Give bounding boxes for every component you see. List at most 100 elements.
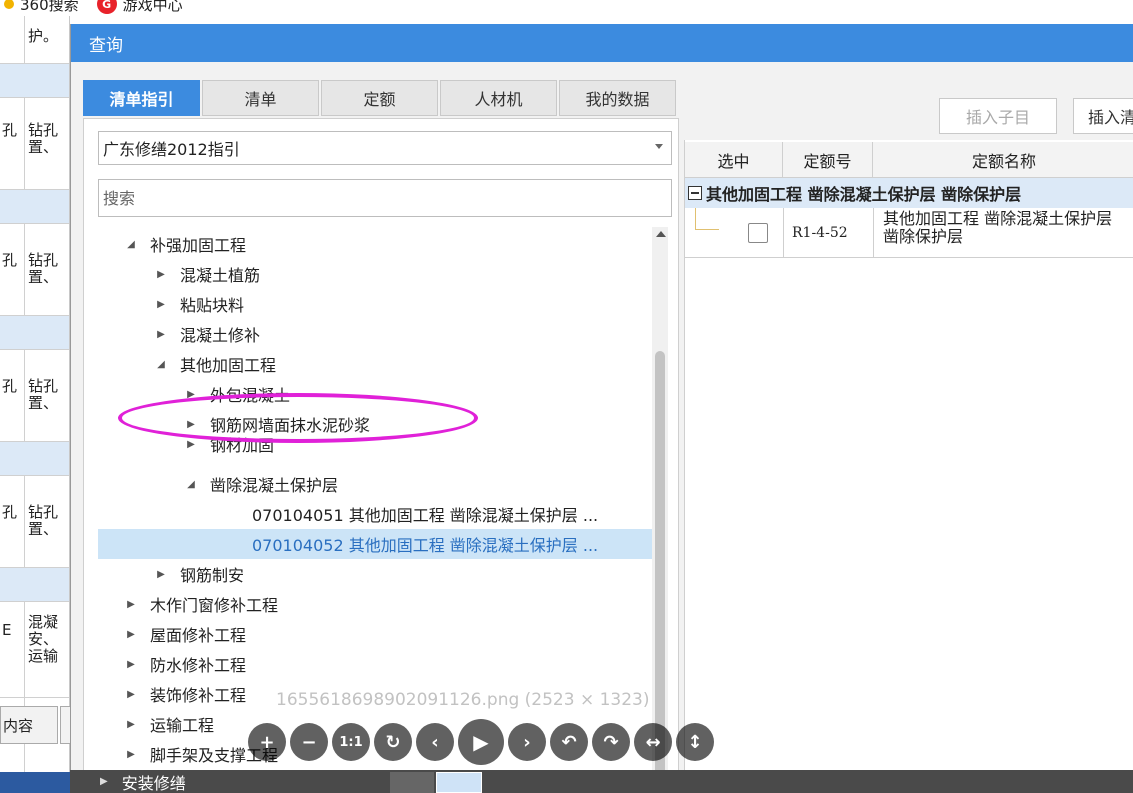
sheet-row-band	[0, 316, 69, 350]
tab-labor-material-machine[interactable]: 人材机	[440, 80, 557, 116]
sheet-cell: E	[2, 621, 12, 639]
tree-node-label: 安装修缮	[121, 773, 186, 793]
bookmarks-bar: 360搜索 G 游戏中心	[0, 0, 1133, 16]
play-icon[interactable]: ▶	[458, 719, 504, 765]
tree-node[interactable]: ▶ 钢材加固	[182, 433, 274, 455]
tree-node-label: 运输工程	[150, 716, 215, 735]
tree-node[interactable]: ▶ 混凝土植筋	[152, 259, 260, 289]
viewer-thumbnail[interactable]	[390, 772, 434, 793]
sheet-row[interactable]: 孔 钻孔 置、	[0, 350, 69, 442]
360-search-icon	[4, 0, 14, 9]
tab-list[interactable]: 清单	[202, 80, 319, 116]
column-header-name[interactable]: 定额名称	[873, 142, 1133, 178]
rotate-left-icon[interactable]: ↶	[550, 723, 588, 761]
tab-list-guide[interactable]: 清单指引	[83, 80, 200, 116]
collapsed-triangle-icon: ▶	[100, 776, 108, 787]
collapsed-triangle-icon: ▶	[127, 688, 135, 700]
cell-divider	[873, 208, 874, 258]
flip-vertical-icon[interactable]: ↕	[676, 723, 714, 761]
collapsed-triangle-icon: ▶	[157, 568, 165, 580]
collapsed-triangle-icon: ▶	[127, 658, 135, 670]
collapsed-triangle-icon: ▶	[187, 418, 195, 430]
rotate-right-icon[interactable]: ↷	[592, 723, 630, 761]
tree-leaf-label: 070104052 其他加固工程 凿除混凝土保护层 ...	[252, 536, 599, 555]
tree-node-label: 装饰修补工程	[150, 686, 247, 705]
tree-node[interactable]: ▶ 混凝土修补	[152, 319, 260, 349]
insert-child-button[interactable]: 插入子目	[939, 98, 1057, 134]
tree-leaf-selected[interactable]: 070104052 其他加固工程 凿除混凝土保护层 ...	[98, 529, 654, 559]
tree-node[interactable]: ◢ 补强加固工程	[122, 229, 246, 259]
tree-node[interactable]: ▶ 木作门窗修补工程	[122, 589, 278, 619]
tree-node-label: 混凝土修补	[180, 326, 261, 345]
prev-icon[interactable]: ‹	[416, 723, 454, 761]
tree-node-label: 钢材加固	[210, 436, 275, 455]
tree-node[interactable]: ◢ 其他加固工程	[152, 349, 276, 379]
sheet-row[interactable]: 孔 钻孔 置、	[0, 224, 69, 316]
bookmark-game-center[interactable]: G 游戏中心	[96, 0, 183, 15]
sheet-row[interactable]: 护。	[0, 16, 69, 64]
tree-node[interactable]: ▶ 装饰修补工程	[122, 679, 246, 709]
tree-connector	[695, 208, 719, 230]
query-tabs: 清单指引 清单 定额 人材机 我的数据	[83, 80, 676, 116]
collapsed-triangle-icon: ▶	[157, 328, 165, 340]
viewer-caption: 1655618698902091126.png (2523 × 1323)	[276, 690, 650, 710]
bookmark-label: 360搜索	[20, 0, 79, 14]
next-icon[interactable]: ›	[508, 723, 546, 761]
row-checkbox[interactable]	[748, 223, 768, 243]
tab-quota[interactable]: 定额	[321, 80, 438, 116]
tree-node[interactable]: ▶ 运输工程	[122, 709, 214, 739]
collapse-icon[interactable]	[688, 186, 702, 200]
table-group-row[interactable]: 其他加固工程 凿除混凝土保护层 凿除保护层	[685, 178, 1133, 208]
column-header-code[interactable]: 定额号	[783, 142, 873, 178]
tree-node[interactable]: ▶ 钢筋制安	[152, 559, 244, 589]
expanded-triangle-icon: ◢	[187, 478, 195, 490]
tree-node-label: 外包混凝土	[210, 386, 291, 405]
sheet-row[interactable]: 孔 钻孔 置、	[0, 98, 69, 190]
collapsed-triangle-icon: ▶	[187, 438, 195, 450]
tree-leaf[interactable]: 070104051 其他加固工程 凿除混凝土保护层 ...	[252, 499, 598, 529]
sheet-cell: 孔	[2, 251, 18, 269]
search-input[interactable]	[98, 179, 672, 217]
tree-node[interactable]: ◢ 凿除混凝土保护层	[182, 469, 338, 499]
sheet-cell: 钻孔 置、	[28, 503, 59, 538]
tree-node[interactable]: ▶ 屋面修补工程	[122, 619, 246, 649]
zoom-out-icon[interactable]: −	[290, 723, 328, 761]
sheet-row-band	[0, 568, 69, 602]
tree-node[interactable]: ▶ 安装修缮	[100, 770, 186, 793]
column-header-selected[interactable]: 选中	[685, 142, 783, 178]
guide-select[interactable]: 广东修缮2012指引	[98, 131, 672, 165]
scroll-up-icon[interactable]	[656, 231, 666, 237]
collapsed-triangle-icon: ▶	[127, 628, 135, 640]
sheet-row[interactable]: 孔 钻孔 置、	[0, 476, 69, 568]
actual-size-icon[interactable]: 1:1	[332, 723, 370, 761]
sheet-tab-content[interactable]: 内容	[0, 706, 58, 744]
tree-node[interactable]: ▶ 外包混凝土	[182, 379, 290, 409]
query-dialog: 查询 清单指引 清单 定额 人材机 我的数据 广东修缮2012指引 ◢ 补强加固工…	[70, 24, 1133, 793]
quota-name-line: 凿除保护层	[883, 227, 964, 246]
tree-node[interactable]: ▶ 粘贴块料	[152, 289, 244, 319]
table-row[interactable]: R1-4-52 其他加固工程 凿除混凝土保护层 凿除保护层	[685, 208, 1133, 258]
tree-node[interactable]: ▶ 防水修补工程	[122, 649, 246, 679]
zoom-in-icon[interactable]: +	[248, 723, 286, 761]
sheet-row[interactable]: E 混凝 安、 运输	[0, 602, 69, 698]
quota-code: R1-4-52	[792, 225, 848, 241]
sheet-cell: 孔	[2, 503, 18, 521]
table-header: 选中 定额号 定额名称	[685, 142, 1133, 178]
reset-icon[interactable]: ↻	[374, 723, 412, 761]
insert-list-button[interactable]: 插入清	[1073, 98, 1133, 134]
tab-my-data[interactable]: 我的数据	[559, 80, 676, 116]
bookmark-360-search[interactable]: 360搜索	[4, 0, 79, 15]
taskbar-fragment	[0, 772, 70, 793]
tree-scrollbar[interactable]	[652, 227, 668, 793]
group-title: 其他加固工程 凿除混凝土保护层 凿除保护层	[706, 185, 1022, 204]
quota-name-line: 其他加固工程 凿除混凝土保护层	[883, 210, 1113, 228]
tree-node-label: 粘贴块料	[180, 296, 245, 315]
screen: 360搜索 G 游戏中心 护。 孔 钻孔 置、 孔 钻孔 置、 孔 钻孔 置、	[0, 0, 1133, 793]
viewer-thumbnail-active[interactable]	[436, 772, 482, 793]
collapsed-triangle-icon: ▶	[127, 598, 135, 610]
tree-node-label: 木作门窗修补工程	[150, 596, 279, 615]
flip-horizontal-icon[interactable]: ↔	[634, 723, 672, 761]
tree-node-label: 混凝土植筋	[180, 266, 261, 285]
cell-divider	[783, 208, 784, 258]
tree-node-label: 补强加固工程	[150, 236, 247, 255]
